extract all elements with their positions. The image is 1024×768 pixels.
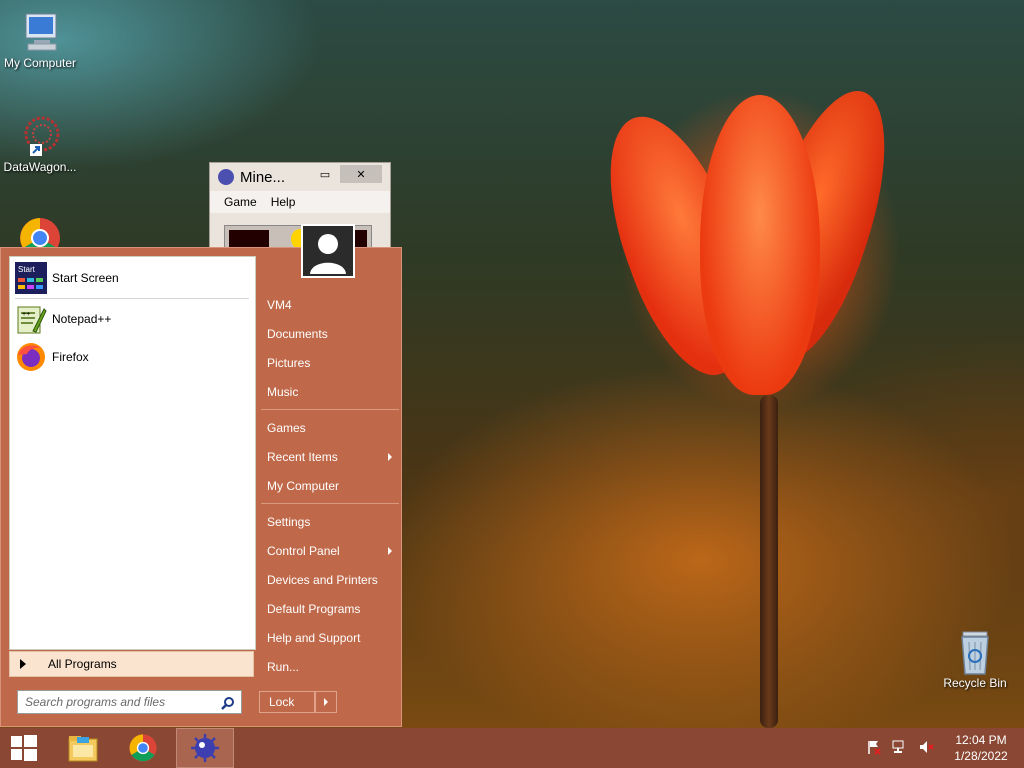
- windows-logo-icon: [11, 735, 37, 761]
- divider: [15, 298, 249, 299]
- right-item-music[interactable]: Music: [267, 385, 298, 399]
- lock-button[interactable]: Lock: [259, 691, 315, 713]
- minimize-icon: ▭: [319, 168, 331, 181]
- close-icon: ✕: [356, 168, 366, 181]
- user-avatar[interactable]: [301, 224, 355, 278]
- tulip-petal: [700, 95, 820, 395]
- pinned-item-firefox[interactable]: Firefox: [15, 340, 89, 374]
- taskbar-minesweeper[interactable]: [176, 728, 234, 768]
- shutdown-options-button[interactable]: [315, 691, 337, 713]
- desktop-icon-label: Recycle Bin: [943, 676, 1007, 690]
- window-title: Mine...: [240, 168, 286, 186]
- right-item-documents[interactable]: Documents: [267, 327, 328, 341]
- taskbar-file-explorer[interactable]: [54, 728, 112, 768]
- notepad-plus-plus-icon: ++: [15, 303, 47, 335]
- right-item-settings[interactable]: Settings: [267, 515, 310, 529]
- clock-date: 1/28/2022: [954, 749, 1008, 763]
- right-item-help-and-support[interactable]: Help and Support: [267, 631, 360, 645]
- svg-text:Start: Start: [18, 265, 36, 274]
- right-item-recent-items[interactable]: Recent Items: [267, 450, 338, 464]
- file-explorer-icon: [68, 736, 98, 762]
- recycle-bin-icon: [953, 630, 997, 675]
- divider: [261, 409, 399, 410]
- network-icon[interactable]: [892, 739, 908, 758]
- right-item-run[interactable]: Run...: [267, 660, 299, 674]
- right-item-control-panel[interactable]: Control Panel: [267, 544, 340, 558]
- item-label: Start Screen: [52, 271, 119, 285]
- svg-text:++: ++: [22, 311, 30, 318]
- pinned-item-notepad-plus-plus[interactable]: ++ Notepad++: [15, 302, 111, 336]
- close-button[interactable]: ✕: [340, 165, 382, 183]
- search-input[interactable]: Search programs and files: [17, 690, 242, 714]
- minesweeper-window[interactable]: Mine... ▭ ✕ Game Help: [209, 162, 391, 254]
- search-placeholder: Search programs and files: [25, 695, 166, 709]
- right-item-default-programs[interactable]: Default Programs: [267, 602, 360, 616]
- menu-bar: Game Help: [210, 191, 390, 213]
- divider: [261, 503, 399, 504]
- desktop-icon-my-computer[interactable]: My Computer: [0, 10, 80, 70]
- submenu-arrow-icon: [388, 547, 392, 555]
- minesweeper-icon: [218, 169, 234, 185]
- desktop-icon-label: DataWagon...: [3, 160, 77, 174]
- item-label: Notepad++: [52, 312, 112, 326]
- desktop-icon-label: My Computer: [3, 56, 77, 70]
- minimize-button[interactable]: ▭: [314, 165, 336, 183]
- all-programs-label: All Programs: [48, 657, 117, 671]
- tulip-stem: [760, 395, 778, 728]
- menu-game[interactable]: Game: [224, 195, 257, 209]
- right-item-vm4[interactable]: VM4: [267, 298, 292, 312]
- volume-muted-icon[interactable]: [918, 739, 934, 758]
- search-icon[interactable]: [221, 696, 235, 710]
- desktop-icon-datawagon[interactable]: DataWagon...: [0, 114, 80, 174]
- submenu-arrow-icon: [388, 453, 392, 461]
- firefox-icon: [15, 341, 47, 373]
- right-item-my-computer[interactable]: My Computer: [267, 479, 339, 493]
- start-menu: Start Start Screen ++ Notepad++ Firefox …: [0, 247, 402, 727]
- computer-icon: [18, 10, 62, 54]
- start-screen-icon: Start: [15, 262, 47, 294]
- right-item-games[interactable]: Games: [267, 421, 306, 435]
- datawagon-icon: [18, 114, 62, 158]
- start-button[interactable]: [0, 728, 48, 768]
- expand-arrow-icon: [20, 659, 26, 669]
- desktop-icon-recycle-bin[interactable]: Recycle Bin: [935, 630, 1015, 690]
- minesweeper-icon: [191, 734, 219, 762]
- taskbar-chrome[interactable]: [114, 728, 172, 768]
- action-center-flag-icon[interactable]: [866, 739, 882, 758]
- right-item-devices-and-printers[interactable]: Devices and Printers: [267, 573, 378, 587]
- user-icon: [310, 234, 346, 274]
- taskbar: 12:04 PM 1/28/2022: [0, 728, 1024, 768]
- system-tray: 12:04 PM 1/28/2022: [866, 728, 1024, 768]
- clock-time: 12:04 PM: [955, 733, 1007, 747]
- pinned-item-start-screen[interactable]: Start Start Screen: [15, 261, 119, 295]
- system-clock[interactable]: 12:04 PM 1/28/2022: [946, 732, 1016, 764]
- item-label: Firefox: [52, 350, 89, 364]
- right-item-pictures[interactable]: Pictures: [267, 356, 310, 370]
- pinned-programs-pane: Start Start Screen ++ Notepad++ Firefox: [9, 256, 256, 650]
- all-programs-button[interactable]: All Programs: [9, 651, 254, 677]
- menu-help[interactable]: Help: [271, 195, 296, 209]
- chrome-icon: [129, 734, 157, 762]
